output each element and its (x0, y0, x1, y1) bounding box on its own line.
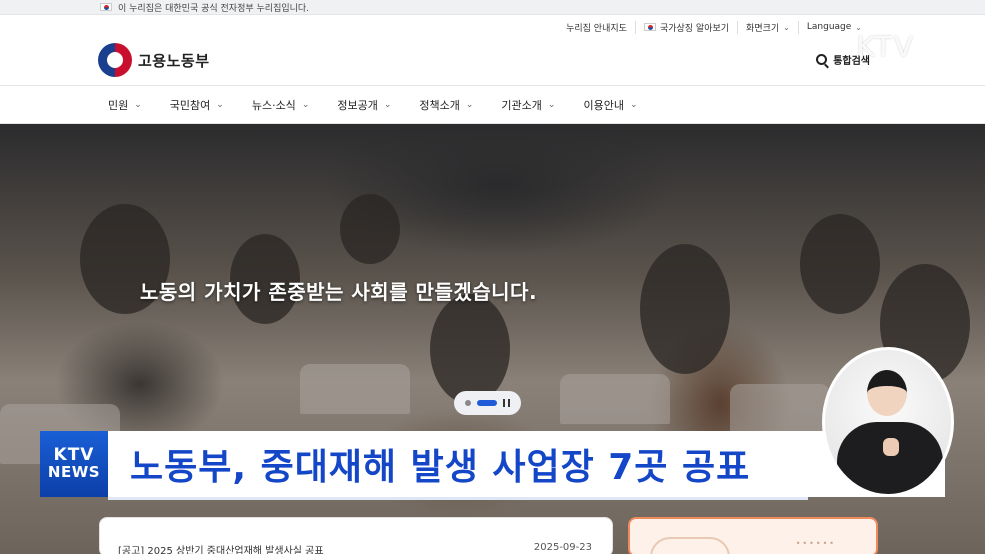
chevron-down-icon: ⌄ (783, 22, 790, 32)
promo-pattern-icon (650, 537, 730, 554)
seat-shape (730, 384, 830, 434)
main-nav: 민원 ⌄ 국민참여 ⌄ 뉴스·소식 ⌄ 정보공개 ⌄ 정책소개 ⌄ 기관소개 ⌄ 이용안내 ⌄ (0, 86, 985, 124)
news-headline: 노동부, 중대재해 발생 사업장 7곳 공표 (130, 447, 751, 488)
nav-label: 기관소개 (501, 98, 542, 112)
government-emblem-icon (98, 43, 132, 77)
audience-figure (430, 294, 510, 404)
seat-shape (560, 374, 670, 424)
audience-figure (340, 194, 400, 264)
interpreter-hand (883, 438, 899, 456)
slide-dot-active[interactable] (477, 400, 497, 406)
korea-flag-icon (643, 23, 656, 31)
national-symbol-link[interactable]: 국가상징 알아보기 (636, 20, 739, 34)
ktv-news-logo: KTV NEWS (40, 431, 108, 497)
nav-item-participation[interactable]: 국민참여 ⌄ (170, 97, 224, 113)
korea-flag-icon (100, 3, 112, 11)
nav-label: 정보공개 (337, 98, 378, 112)
chevron-down-icon: ⌄ (134, 99, 142, 110)
nav-item-disclosure[interactable]: 정보공개 ⌄ (337, 97, 391, 113)
chevron-down-icon: ⌄ (629, 99, 638, 110)
ktv-logo-line2: NEWS (47, 463, 101, 482)
nav-item-guide[interactable]: 이용안내 ⌄ (583, 97, 637, 113)
gov-official-banner: 이 누리집은 대한민국 공식 전자정부 누리집입니다. (0, 0, 985, 15)
utility-menu: 누리집 안내지도 국가상징 알아보기 화면크기 ⌄ Language ⌄ (558, 18, 870, 36)
interpreter-head (867, 370, 907, 416)
hero-slogan: 노동의 가치가 존중받는 사회를 만들겠습니다. (140, 280, 538, 304)
nav-item-policy[interactable]: 정책소개 ⌄ (419, 97, 473, 113)
nav-label: 국민참여 (169, 98, 211, 112)
nav-item-news[interactable]: 뉴스·소식 ⌄ (252, 97, 310, 113)
slide-dot[interactable] (465, 400, 471, 406)
ktv-watermark: KTV (856, 30, 915, 63)
chevron-down-icon: ⌄ (301, 99, 310, 110)
notice-title[interactable]: [공고] 2025 상반기 중대산업재해 발생사실 공표 (118, 542, 324, 554)
screen-size-dropdown[interactable]: 화면크기 ⌄ (738, 20, 799, 34)
chevron-down-icon: ⌄ (216, 99, 224, 110)
national-symbol-label: 국가상징 알아보기 (659, 23, 730, 34)
news-caption-bar: KTV NEWS 노동부, 중대재해 발생 사업장 7곳 공표 (40, 431, 945, 497)
interpreter-body (837, 422, 943, 494)
sign-language-interpreter (822, 347, 954, 497)
logo-text: 고용노동부 (138, 51, 210, 70)
nav-item-organization[interactable]: 기관소개 ⌄ (501, 97, 555, 113)
notice-date: 2025-09-23 (533, 542, 592, 553)
sitemap-link[interactable]: 누리집 안내지도 (558, 20, 636, 34)
pause-icon[interactable] (503, 399, 510, 407)
notice-card[interactable]: [공고] 2025 상반기 중대산업재해 발생사실 공표 2025-09-23 (99, 517, 613, 554)
nav-label: 뉴스·소식 (251, 98, 296, 112)
nav-label: 정책소개 (419, 98, 460, 112)
sitemap-label: 누리집 안내지도 (566, 23, 627, 34)
screen-size-label: 화면크기 (746, 23, 780, 34)
caption-accent-line (108, 497, 808, 500)
nav-item-civil[interactable]: 민원 ⌄ (108, 97, 142, 113)
chevron-down-icon: ⌄ (465, 99, 474, 110)
search-icon (816, 54, 828, 65)
gov-banner-text: 이 누리집은 대한민국 공식 전자정부 누리집입니다. (118, 3, 310, 14)
chevron-down-icon: ⌄ (547, 99, 556, 110)
audience-figure (640, 244, 730, 374)
ministry-logo[interactable]: 고용노동부 (98, 43, 210, 77)
language-label: Language (806, 22, 852, 32)
audience-figure (800, 214, 880, 314)
chevron-down-icon: ⌄ (383, 99, 392, 110)
seat-shape (300, 364, 410, 414)
promo-dots-icon: •••••• (795, 539, 836, 548)
slider-controls (454, 391, 521, 415)
nav-label: 이용안내 (583, 98, 624, 112)
site-header: 고용노동부 통합검색 (0, 38, 985, 86)
nav-label: 민원 (108, 98, 129, 112)
promo-banner-card[interactable]: •••••• (628, 517, 878, 554)
